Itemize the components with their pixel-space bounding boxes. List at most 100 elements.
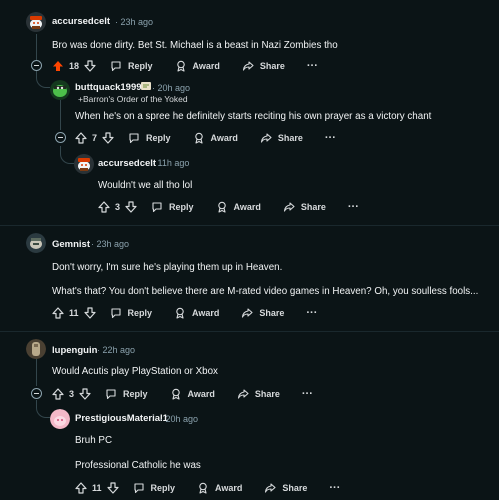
reply-icon bbox=[110, 308, 121, 319]
vote-count: 18 bbox=[69, 61, 80, 71]
more-options-button[interactable]: ··· bbox=[307, 60, 318, 72]
upvote-icon[interactable] bbox=[75, 482, 87, 494]
downvote-icon[interactable] bbox=[102, 132, 114, 144]
comment-actions: 3 Reply Award Share ··· bbox=[98, 199, 359, 215]
comment-divider bbox=[0, 331, 499, 332]
share-button[interactable]: Share bbox=[237, 388, 280, 400]
comment-author[interactable]: lupenguin bbox=[52, 345, 97, 356]
time-label: 11h ago bbox=[157, 158, 190, 168]
downvote-icon[interactable] bbox=[125, 201, 137, 213]
award-icon bbox=[176, 307, 184, 319]
award-button[interactable]: Award bbox=[174, 307, 219, 319]
reply-button[interactable]: Reply bbox=[110, 60, 153, 72]
thread-line bbox=[36, 358, 37, 386]
share-label: Share bbox=[277, 133, 303, 143]
share-label: Share bbox=[282, 483, 308, 493]
more-options-button[interactable]: ··· bbox=[348, 201, 359, 213]
reply-label: Reply bbox=[169, 202, 194, 212]
more-options-button[interactable]: ··· bbox=[306, 307, 317, 319]
share-icon bbox=[242, 308, 253, 318]
vote-control: 3 bbox=[98, 201, 137, 213]
reply-button[interactable]: Reply bbox=[105, 388, 148, 400]
share-button[interactable]: Share bbox=[260, 132, 303, 144]
upvote-icon[interactable] bbox=[52, 307, 64, 319]
comment-timestamp: · 23h ago bbox=[115, 17, 153, 27]
comment-timestamp: · 20h ago bbox=[160, 414, 198, 424]
comment-body: Bro was done dirty. Bet St. Michael is a… bbox=[52, 40, 338, 51]
award-icon bbox=[176, 60, 185, 72]
downvote-icon[interactable] bbox=[106, 482, 119, 494]
comment-body: Don't worry, I'm sure he's playing them … bbox=[52, 262, 283, 273]
share-button[interactable]: Share bbox=[242, 60, 285, 72]
award-button[interactable]: Award bbox=[197, 482, 242, 494]
avatar[interactable] bbox=[26, 12, 46, 32]
award-button[interactable]: Award bbox=[170, 388, 215, 400]
collapse-thread-button[interactable] bbox=[31, 388, 42, 399]
time-label: 23h ago bbox=[96, 239, 130, 249]
award-button[interactable]: Award bbox=[193, 132, 238, 144]
award-button[interactable]: Award bbox=[175, 60, 220, 72]
avatar[interactable] bbox=[74, 154, 94, 174]
user-photo-avatar-icon bbox=[26, 339, 46, 359]
comment-actions: 11 Reply Award Share ··· bbox=[75, 480, 340, 496]
reply-label: Reply bbox=[127, 308, 153, 318]
reply-button[interactable]: Reply bbox=[151, 201, 194, 213]
comment-body-paragraph: Professional Catholic he was bbox=[75, 460, 201, 471]
award-label: Award bbox=[210, 133, 238, 143]
avatar[interactable] bbox=[50, 409, 70, 429]
upvote-icon[interactable] bbox=[52, 388, 64, 400]
collapse-thread-button[interactable] bbox=[55, 132, 66, 143]
avatar[interactable] bbox=[26, 339, 46, 359]
share-button[interactable]: Share bbox=[241, 307, 284, 319]
award-icon bbox=[217, 201, 226, 213]
reply-icon bbox=[152, 202, 162, 213]
reply-button[interactable]: Reply bbox=[128, 132, 171, 144]
comment-author[interactable]: accursedcelt bbox=[52, 16, 110, 27]
vote-control: 18 bbox=[52, 60, 96, 72]
vote-control: 3 bbox=[52, 388, 91, 400]
downvote-icon[interactable] bbox=[83, 307, 96, 319]
reply-label: Reply bbox=[150, 483, 176, 493]
downvote-icon[interactable] bbox=[79, 388, 91, 400]
vote-count: 3 bbox=[115, 202, 121, 212]
comment-body: Would Acutis play PlayStation or Xbox bbox=[52, 366, 218, 377]
share-icon bbox=[265, 483, 276, 493]
share-label: Share bbox=[300, 202, 326, 212]
separator: · bbox=[91, 239, 94, 249]
award-button[interactable]: Award bbox=[216, 201, 261, 213]
upvote-icon[interactable] bbox=[75, 132, 87, 144]
comment-actions: 3 Reply Award Share ··· bbox=[52, 386, 313, 402]
more-options-button[interactable]: ··· bbox=[325, 132, 336, 144]
collapse-thread-button[interactable] bbox=[31, 60, 42, 71]
more-options-button[interactable]: ··· bbox=[329, 482, 340, 494]
avatar[interactable] bbox=[50, 80, 70, 100]
time-label: 20h ago bbox=[157, 83, 191, 93]
reply-button[interactable]: Reply bbox=[133, 482, 176, 494]
reply-button[interactable]: Reply bbox=[110, 307, 153, 319]
award-label: Award bbox=[192, 61, 220, 71]
reply-icon bbox=[106, 389, 116, 400]
snoo-avatar-icon bbox=[50, 80, 70, 100]
share-icon bbox=[237, 389, 249, 399]
upvote-icon[interactable] bbox=[52, 60, 64, 72]
more-options-button[interactable]: ··· bbox=[302, 388, 313, 400]
share-icon bbox=[283, 202, 295, 212]
user-flair: +Barron's Order of the Yoked bbox=[78, 94, 188, 104]
avatar[interactable] bbox=[26, 233, 46, 253]
upvote-icon[interactable] bbox=[98, 201, 110, 213]
comment-author[interactable]: buttquack1999 bbox=[75, 82, 142, 93]
downvote-icon[interactable] bbox=[84, 60, 96, 72]
comment-author[interactable]: Gemnist bbox=[52, 239, 90, 250]
comment-author[interactable]: accursedcelt bbox=[98, 158, 156, 169]
share-button[interactable]: Share bbox=[264, 482, 307, 494]
award-icon bbox=[199, 482, 207, 494]
comment-body-paragraph: What's that? You don't believe there are… bbox=[52, 286, 479, 297]
reply-label: Reply bbox=[128, 61, 153, 71]
reply-icon bbox=[133, 483, 144, 494]
award-label: Award bbox=[215, 483, 243, 493]
snoo-avatar-icon bbox=[50, 409, 70, 429]
share-button[interactable]: Share bbox=[283, 201, 326, 213]
vote-control: 7 bbox=[75, 132, 114, 144]
comment-author[interactable]: PrestigiousMaterial1 bbox=[75, 413, 168, 424]
comment-timestamp: · 20h ago bbox=[152, 83, 190, 93]
